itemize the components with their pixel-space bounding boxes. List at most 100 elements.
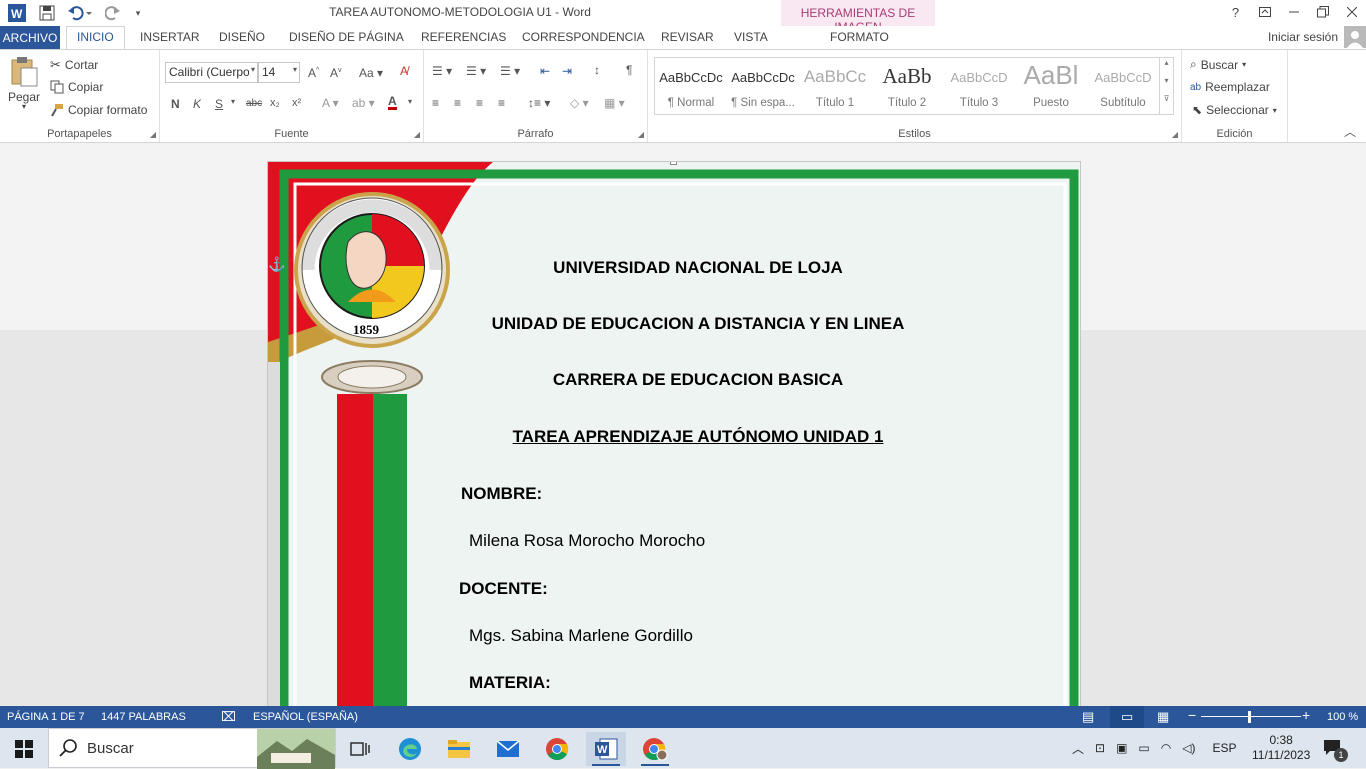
tab-formato[interactable]: FORMATO <box>830 30 889 44</box>
style-heading-1[interactable]: AaBbCc Título 1 <box>799 58 871 114</box>
help-button[interactable]: ? <box>1221 0 1250 24</box>
superscript-button[interactable]: x² <box>292 97 301 109</box>
close-icon[interactable] <box>1337 0 1366 24</box>
italic-button[interactable]: K <box>193 97 201 111</box>
underline-dropdown-icon[interactable]: ▾ <box>231 97 235 106</box>
select-dropdown-icon[interactable]: ▾ <box>1273 106 1277 115</box>
align-right-icon[interactable]: ≡ <box>476 96 483 110</box>
highlight-icon[interactable]: ab ▾ <box>352 96 375 110</box>
styles-more-icon[interactable]: ⊽ <box>1160 94 1173 112</box>
minimize-icon[interactable] <box>1279 0 1308 24</box>
tray-overflow-icon[interactable]: ︿ <box>1072 740 1084 757</box>
shading-icon[interactable]: ◇ ▾ <box>570 96 589 110</box>
styles-scroll-up-icon[interactable]: ▴ <box>1160 58 1173 76</box>
find-button[interactable]: ⌕ Buscar ▾ <box>1190 57 1246 72</box>
style-normal[interactable]: AaBbCcDc ¶ Normal <box>655 58 727 114</box>
tray-app-icon[interactable]: ▣ <box>1116 741 1127 755</box>
anchor-icon[interactable]: ⚓ <box>268 256 285 273</box>
font-launcher-icon[interactable]: ◢ <box>414 130 420 139</box>
tab-revisar[interactable]: REVISAR <box>661 30 714 44</box>
font-name-combo[interactable]: Calibri (Cuerpo ▾ <box>165 62 258 83</box>
proofing-icon[interactable]: ⌧ <box>221 709 236 725</box>
tab-referencias[interactable]: REFERENCIAS <box>421 30 506 44</box>
volume-icon[interactable]: ◁) <box>1182 741 1195 755</box>
paste-dropdown-icon[interactable]: ▾ <box>22 102 26 111</box>
read-mode-icon[interactable]: ▤ <box>1082 709 1094 725</box>
select-button[interactable]: ⬉ Seleccionar ▾ <box>1192 103 1277 117</box>
resize-handle-top[interactable] <box>670 162 677 165</box>
taskbar-search[interactable]: Buscar <box>48 728 336 769</box>
text-effects-icon[interactable]: A ▾ <box>322 96 339 110</box>
copy-button[interactable]: Copiar <box>50 80 103 94</box>
font-size-dropdown-icon[interactable]: ▾ <box>293 65 297 74</box>
tab-diseno-de-pagina[interactable]: DISEÑO DE PÁGINA <box>289 30 404 44</box>
notifications-icon[interactable]: 1 <box>1322 728 1348 768</box>
styles-launcher-icon[interactable]: ◢ <box>1172 130 1178 139</box>
justify-icon[interactable]: ≡ <box>498 96 505 110</box>
show-formatting-icon[interactable]: ¶ <box>626 63 632 77</box>
strikethrough-button[interactable]: abc <box>246 98 262 109</box>
subscript-button[interactable]: x₂ <box>270 97 280 109</box>
format-painter-button[interactable]: Copiar formato <box>50 103 147 117</box>
style-no-spacing[interactable]: AaBbCcDc ¶ Sin espa... <box>727 58 799 114</box>
mail-icon[interactable] <box>488 732 528 766</box>
style-subtitle[interactable]: AaBbCcD Subtítulo <box>1087 58 1159 114</box>
numbering-icon[interactable]: ☰ ▾ <box>466 64 486 78</box>
bullets-icon[interactable]: ☰ ▾ <box>432 64 452 78</box>
tab-inicio[interactable]: INICIO <box>66 26 125 50</box>
restore-icon[interactable] <box>1308 0 1337 24</box>
meet-now-icon[interactable]: ⊡ <box>1095 741 1105 755</box>
tab-archivo[interactable]: ARCHIVO <box>0 26 60 49</box>
increase-indent-icon[interactable]: ⇥ <box>562 64 572 78</box>
tab-vista[interactable]: VISTA <box>734 30 768 44</box>
styles-scroll-down-icon[interactable]: ▾ <box>1160 76 1173 94</box>
clear-formatting-icon[interactable]: A̸ <box>400 64 408 78</box>
battery-icon[interactable]: ▭ <box>1138 741 1149 755</box>
bold-button[interactable]: N <box>171 97 180 111</box>
multilevel-list-icon[interactable]: ☰ ▾ <box>500 64 520 78</box>
font-color-dropdown-icon[interactable]: ▾ <box>408 97 412 106</box>
ribbon-display-options-icon[interactable] <box>1250 0 1279 24</box>
font-size-combo[interactable]: 14 ▾ <box>258 62 300 83</box>
find-dropdown-icon[interactable]: ▾ <box>1242 60 1246 69</box>
line-spacing-icon[interactable]: ↕≡ ▾ <box>528 96 550 110</box>
style-title[interactable]: AaBl Puesto <box>1015 58 1087 114</box>
cut-button[interactable]: ✂ Cortar <box>50 57 98 73</box>
decrease-indent-icon[interactable]: ⇤ <box>540 64 550 78</box>
tab-insertar[interactable]: INSERTAR <box>140 30 200 44</box>
sign-in[interactable]: Iniciar sesión <box>1268 26 1366 48</box>
sort-icon[interactable]: ↕ <box>594 63 600 77</box>
zoom-slider[interactable] <box>1201 716 1301 717</box>
clipboard-launcher-icon[interactable]: ◢ <box>150 130 156 139</box>
word-count[interactable]: 1447 PALABRAS <box>101 711 186 723</box>
zoom-out-icon[interactable]: − <box>1188 707 1196 723</box>
clock[interactable]: 0:38 11/11/2023 <box>1252 728 1310 768</box>
edge-icon[interactable] <box>390 732 430 766</box>
grow-font-icon[interactable]: A^ <box>308 66 319 80</box>
wifi-icon[interactable]: ◠ <box>1161 741 1171 755</box>
language-indicator[interactable]: ESPAÑOL (ESPAÑA) <box>253 711 358 723</box>
style-heading-3[interactable]: AaBbCcD Título 3 <box>943 58 1015 114</box>
shrink-font-icon[interactable]: Av <box>330 66 342 80</box>
web-layout-icon[interactable]: ▦ <box>1157 709 1169 725</box>
align-center-icon[interactable]: ≡ <box>454 96 461 110</box>
paste-button[interactable]: Pegar ▾ <box>8 56 40 111</box>
task-view-icon[interactable] <box>340 732 380 766</box>
start-button[interactable] <box>4 732 44 766</box>
collapse-ribbon-icon[interactable]: ︿ <box>1344 123 1356 140</box>
font-name-dropdown-icon[interactable]: ▾ <box>251 65 255 74</box>
keyboard-language[interactable]: ESP <box>1212 741 1236 755</box>
borders-icon[interactable]: ▦ ▾ <box>604 96 625 110</box>
align-left-icon[interactable]: ≡ <box>432 96 439 110</box>
word-taskbar-icon[interactable]: W <box>586 732 626 766</box>
zoom-in-icon[interactable]: + <box>1302 707 1310 723</box>
change-case-icon[interactable]: Aa ▾ <box>359 66 383 80</box>
zoom-slider-thumb[interactable] <box>1248 711 1251 723</box>
font-color-icon[interactable]: A <box>388 95 397 110</box>
print-layout-icon[interactable]: ▭ <box>1110 706 1144 728</box>
paragraph-launcher-icon[interactable]: ◢ <box>638 130 644 139</box>
styles-scroll[interactable]: ▴ ▾ ⊽ <box>1159 58 1173 114</box>
replace-button[interactable]: ab Reemplazar <box>1190 80 1270 94</box>
style-heading-2[interactable]: AaBb Título 2 <box>871 58 943 114</box>
document-page[interactable]: 1859 ⚓ UNIVERSIDAD NACIONAL DE LOJA UNID… <box>267 161 1081 706</box>
